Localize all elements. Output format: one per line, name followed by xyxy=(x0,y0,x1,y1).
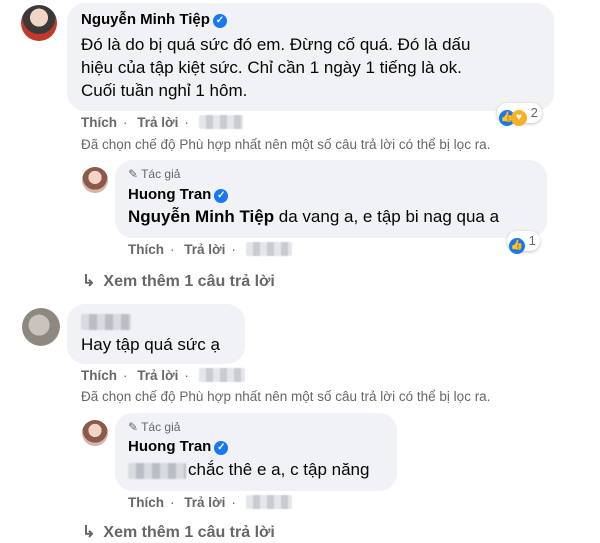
author-name-redacted xyxy=(81,314,131,330)
reply-arrow-icon: ↳ xyxy=(82,524,96,541)
reply-button[interactable]: Trả lời xyxy=(137,115,178,130)
avatar[interactable] xyxy=(82,420,108,446)
comment-actions: Thích · Trả lời · xyxy=(81,115,249,130)
pen-icon: ✎ xyxy=(128,167,139,181)
verified-badge-icon: ✓ xyxy=(214,441,229,455)
like-reaction-icon: 👍 xyxy=(509,238,525,254)
mention-link[interactable]: Nguyễn Minh Tiệp xyxy=(128,207,274,226)
reply-author[interactable]: Huong Tran ✓ xyxy=(128,186,229,203)
like-button[interactable]: Thích xyxy=(81,368,117,383)
author-badge: ✎ Tác giả xyxy=(128,420,181,434)
reply-author[interactable]: Huong Tran ✓ xyxy=(128,438,229,455)
verified-badge-icon: ✓ xyxy=(214,189,229,203)
care-reaction-icon: ♥ xyxy=(511,110,527,126)
reply-text: chắc thê e a, c tập năng xyxy=(188,460,370,479)
reaction-count: 2 xyxy=(530,105,538,120)
filter-note: Đã chọn chế độ Phù hợp nhất nên một số c… xyxy=(81,389,491,404)
avatar[interactable] xyxy=(21,5,57,41)
comment-text-line: hiệu của tập kiệt sức. Chỉ cần 1 ngày 1 … xyxy=(81,58,462,77)
filter-note: Đã chọn chế độ Phù hợp nhất nên một số c… xyxy=(81,137,491,152)
comment-author[interactable]: Nguyễn Minh Tiệp ✓ xyxy=(81,11,227,28)
reply-text: Nguyễn Minh Tiệp da vang a, e tập bi nag… xyxy=(128,207,500,226)
comment-text-line: Cuối tuần nghỉ 1 hôm. xyxy=(81,81,248,100)
comment-actions: Thích · Trả lời · xyxy=(81,368,251,383)
view-more-replies[interactable]: ↳ Xem thêm 1 câu trả lời xyxy=(82,522,275,542)
author-badge: ✎ Tác giả xyxy=(128,167,181,181)
like-button[interactable]: Thích xyxy=(81,115,117,130)
reaction-summary[interactable]: 👍 ♥ 2 xyxy=(497,103,542,126)
like-button[interactable]: Thích xyxy=(128,242,164,257)
avatar[interactable] xyxy=(22,308,60,346)
timestamp-redacted xyxy=(198,115,243,129)
reply-button[interactable]: Trả lời xyxy=(137,368,178,383)
timestamp-redacted xyxy=(245,242,292,256)
reply-actions: Thích · Trả lời · xyxy=(128,242,298,257)
comment-text-line: Đó là do bị quá sức đó em. Đừng cố quá. … xyxy=(81,35,471,54)
like-button[interactable]: Thích xyxy=(128,495,164,510)
reply-button[interactable]: Trả lời xyxy=(184,242,225,257)
reaction-count: 1 xyxy=(528,233,536,248)
verified-badge-icon: ✓ xyxy=(212,14,227,28)
avatar[interactable] xyxy=(82,167,108,193)
reaction-summary[interactable]: 👍 1 xyxy=(507,231,540,254)
timestamp-redacted xyxy=(198,368,245,382)
reply-arrow-icon: ↳ xyxy=(82,273,96,290)
timestamp-redacted xyxy=(245,495,292,509)
mention-redacted xyxy=(128,463,186,479)
pen-icon: ✎ xyxy=(128,420,139,434)
view-more-replies[interactable]: ↳ Xem thêm 1 câu trả lời xyxy=(82,271,275,291)
reply-actions: Thích · Trả lời · xyxy=(128,495,298,510)
reply-button[interactable]: Trả lời xyxy=(184,495,225,510)
comment-text: Hay tập quá sức ạ xyxy=(81,335,220,354)
